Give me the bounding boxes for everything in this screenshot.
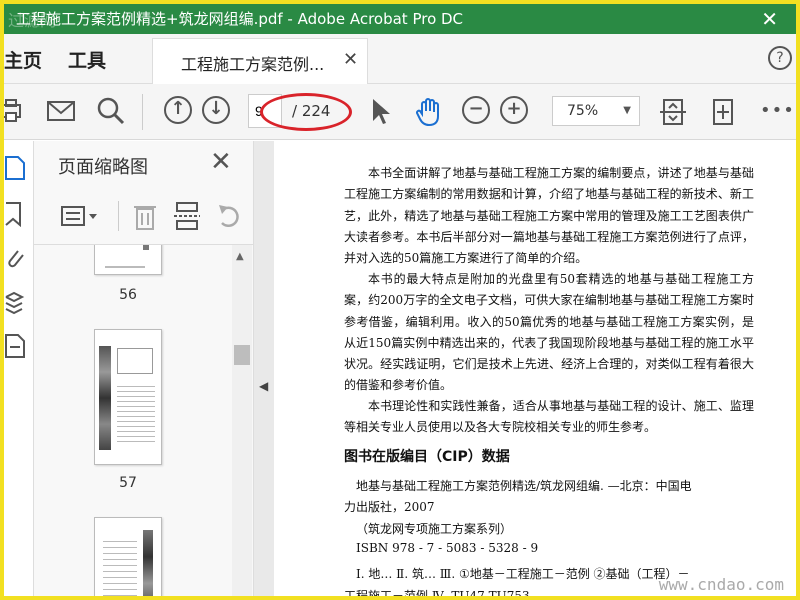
thumbnail-text (117, 382, 155, 442)
doc-paragraph: 本书理论性和实践性兼备，适合从事地基与基础工程的设计、施工、监理等相关专业人员使… (344, 399, 754, 435)
layers-icon[interactable] (4, 289, 26, 315)
cip-line: Ⅰ. 地… Ⅱ. 筑… Ⅲ. ①地基－工程施工－范例 ②基础（工程）－ (356, 567, 690, 581)
page-number-highlight (260, 93, 352, 131)
full-screen-icon[interactable] (708, 96, 738, 126)
rotate-page-icon[interactable] (216, 201, 244, 231)
cip-line: （筑龙网专项施工方案系列） (356, 522, 513, 536)
zoom-value: 75% (567, 103, 599, 119)
doc-paragraph: 本书全面讲解了地基与基础工程施工方案的编制要点，讲述了地基与基础工程施工方案编制… (344, 166, 754, 266)
panel-toolbar (34, 189, 254, 245)
extract-pages-icon[interactable] (174, 201, 200, 231)
panel-separator (118, 201, 119, 231)
toolbar-separator (142, 94, 143, 130)
site-watermark: www.cndao.com (658, 575, 784, 594)
cip-line: ISBN 978 - 7 - 5083 - 5328 - 9 (356, 541, 539, 555)
help-icon[interactable]: ? (768, 46, 792, 70)
previous-page-icon[interactable]: ↑ (164, 96, 192, 124)
corner-watermark: 过滤网 (8, 11, 57, 30)
cip-heading: 图书在版编目（CIP）数据 (344, 449, 510, 465)
panel-close-button[interactable]: ✕ (210, 147, 232, 177)
tab-home[interactable]: 主页 (4, 46, 42, 73)
window-title: 工程施工方案范例精选+筑龙网组编.pdf - Adobe Acrobat Pro… (16, 10, 464, 28)
tab-close-button[interactable]: ✕ (343, 49, 358, 70)
thumbnail-panel: 页面缩略图 ✕ 56 57 ▲ (34, 141, 254, 596)
thumbnail-options-icon[interactable] (60, 203, 100, 229)
print-icon[interactable] (0, 96, 24, 126)
select-cursor-icon[interactable] (368, 96, 392, 126)
thumbnail-image (117, 348, 153, 374)
cip-line: 工程施工－范例 Ⅳ. TU47 TU753 (344, 589, 530, 600)
toolbar: ↑ ↓ / 224 − + 75% ▼ ••• (4, 84, 796, 140)
thumbnail-page-58[interactable] (94, 517, 162, 596)
collapse-arrow-icon[interactable]: ◀ (259, 379, 268, 393)
thumbnail-text (105, 266, 145, 268)
left-rail (4, 141, 34, 596)
tab-document[interactable]: 工程施工方案范例... ✕ (152, 38, 368, 84)
document-view: 本书全面讲解了地基与基础工程施工方案的编制要点，讲述了地基与基础工程施工方案编制… (274, 141, 796, 600)
delete-page-icon[interactable] (132, 201, 158, 231)
next-page-icon[interactable]: ↓ (202, 96, 230, 124)
thumbnail-image (143, 245, 149, 250)
more-tools-icon[interactable]: ••• (760, 100, 795, 130)
attachments-icon[interactable] (4, 245, 26, 271)
thumbnail-list: 56 57 (34, 245, 234, 596)
cip-line: 地基与基础工程施工方案范例精选/筑龙网组编. —北京：中国电 (356, 479, 692, 493)
zoom-select[interactable]: 75% ▼ (552, 96, 640, 126)
search-icon[interactable] (96, 96, 126, 126)
thumbnail-scrollbar[interactable]: ▲ (232, 245, 252, 596)
app-frame: 过滤网 工程施工方案范例精选+筑龙网组编.pdf - Adobe Acrobat… (0, 0, 800, 600)
thumbnail-page-57[interactable] (94, 329, 162, 465)
scrollbar-thumb[interactable] (234, 345, 250, 365)
title-bar: 过滤网 工程施工方案范例精选+筑龙网组编.pdf - Adobe Acrobat… (4, 4, 796, 34)
zoom-out-icon[interactable]: − (462, 96, 490, 124)
tab-bar: 主页 工具 工程施工方案范例... ✕ ? (4, 34, 796, 84)
chevron-down-icon: ▼ (623, 105, 631, 116)
page-thumbnails-icon[interactable] (4, 155, 26, 181)
zoom-in-icon[interactable]: + (500, 96, 528, 124)
bookmarks-icon[interactable] (4, 201, 26, 227)
panel-title: 页面缩略图 (58, 157, 148, 178)
fit-page-icon[interactable] (658, 96, 688, 126)
tab-tools[interactable]: 工具 (68, 46, 106, 73)
window-close-button[interactable]: ✕ (761, 4, 778, 34)
thumbnail-page-number: 56 (119, 287, 137, 303)
thumbnail-page-number: 57 (119, 475, 137, 491)
tab-document-label: 工程施工方案范例... (181, 55, 325, 74)
doc-paragraph: 本书的最大特点是附加的光盘里有50套精选的地基与基础工程施工方案，约200万字的… (344, 272, 754, 393)
document-properties-icon[interactable] (4, 333, 26, 359)
thumbnail-image (99, 346, 111, 450)
thumbnail-text (103, 536, 137, 596)
thumbnail-page-56[interactable] (94, 245, 162, 275)
cip-line: 力出版社，2007 (344, 500, 435, 514)
scroll-up-icon[interactable]: ▲ (236, 251, 244, 262)
hand-tool-icon[interactable] (414, 96, 444, 126)
panel-collapse-bar[interactable]: ◀ (254, 141, 274, 596)
thumbnail-image (143, 530, 153, 596)
email-icon[interactable] (46, 96, 76, 126)
